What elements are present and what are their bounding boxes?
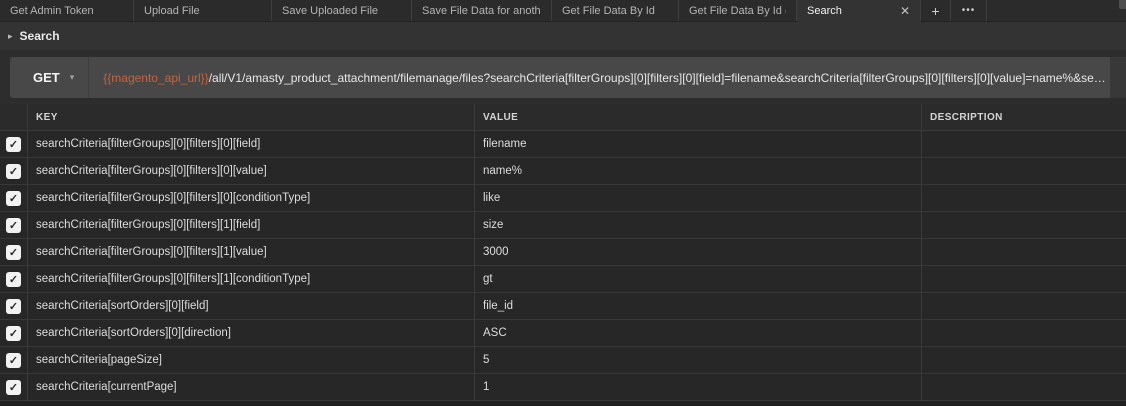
tab-upload-file[interactable]: Upload File <box>134 0 272 21</box>
param-key[interactable]: searchCriteria[filterGroups][0][filters]… <box>28 131 475 158</box>
request-bar: GET ▾ {{magento_api_url}}/all/V1/amasty_… <box>10 57 1126 98</box>
tab-bar: Get Admin Token Upload File Save Uploaded … <box>0 0 1126 22</box>
param-enabled-checkbox[interactable]: ✓ <box>6 272 21 287</box>
param-enabled-checkbox[interactable]: ✓ <box>6 191 21 206</box>
param-row: ✓ searchCriteria[filterGroups][0][filters… <box>0 185 1126 212</box>
param-description[interactable] <box>922 266 1126 293</box>
tab-label: Get Admin Token <box>10 5 94 17</box>
param-checkbox-cell: ✓ <box>0 212 28 239</box>
header-key: KEY <box>28 104 475 131</box>
param-key[interactable]: searchCriteria[filterGroups][0][filters]… <box>28 239 475 266</box>
param-description[interactable] <box>922 158 1126 185</box>
tab-options-button[interactable]: ••• <box>951 0 987 21</box>
param-value[interactable]: filename <box>475 131 922 158</box>
header-value: VALUE <box>475 104 922 131</box>
param-key[interactable]: searchCriteria[pageSize] <box>28 347 475 374</box>
next-row-edge <box>0 401 1126 406</box>
tab-label: Get File Data By Id (Default <box>689 5 786 17</box>
param-description[interactable] <box>922 239 1126 266</box>
param-enabled-checkbox[interactable]: ✓ <box>6 326 21 341</box>
tab-label: Upload File <box>144 5 200 17</box>
param-key[interactable]: searchCriteria[sortOrders][0][field] <box>28 293 475 320</box>
request-url-row: GET ▾ {{magento_api_url}}/all/V1/amasty_… <box>0 50 1126 104</box>
chevron-down-icon: ▾ <box>70 72 75 83</box>
param-checkbox-cell: ✓ <box>0 266 28 293</box>
param-key[interactable]: searchCriteria[filterGroups][0][filters]… <box>28 212 475 239</box>
method-selector[interactable]: GET ▾ <box>10 57 89 98</box>
param-row: ✓ searchCriteria[filterGroups][0][filters… <box>0 212 1126 239</box>
param-description[interactable] <box>922 347 1126 374</box>
tab-search[interactable]: Search ✕ <box>797 0 921 22</box>
header-description: DESCRIPTION <box>922 104 1126 131</box>
param-checkbox-cell: ✓ <box>0 158 28 185</box>
param-key[interactable]: searchCriteria[currentPage] <box>28 374 475 401</box>
param-checkbox-cell: ✓ <box>0 347 28 374</box>
environment-variable: {{magento_api_url}} <box>103 71 208 85</box>
param-enabled-checkbox[interactable]: ✓ <box>6 245 21 260</box>
param-value[interactable]: size <box>475 212 922 239</box>
param-description[interactable] <box>922 374 1126 401</box>
tab-label: Get File Data By Id <box>562 5 655 17</box>
param-key[interactable]: searchCriteria[sortOrders][0][direction] <box>28 320 475 347</box>
param-row: ✓ searchCriteria[sortOrders][0][direction… <box>0 320 1126 347</box>
param-description[interactable] <box>922 320 1126 347</box>
param-checkbox-cell: ✓ <box>0 131 28 158</box>
tab-save-uploaded-file[interactable]: Save Uploaded File <box>272 0 412 21</box>
tab-label: Save Uploaded File <box>282 5 378 17</box>
param-description[interactable] <box>922 185 1126 212</box>
param-enabled-checkbox[interactable]: ✓ <box>6 380 21 395</box>
param-checkbox-cell: ✓ <box>0 374 28 401</box>
param-row: ✓ searchCriteria[pageSize]5 <box>0 347 1126 374</box>
param-enabled-checkbox[interactable]: ✓ <box>6 164 21 179</box>
collapse-arrow-icon: ▸ <box>8 31 13 42</box>
param-description[interactable] <box>922 131 1126 158</box>
param-row: ✓ searchCriteria[sortOrders][0][field]fil… <box>0 293 1126 320</box>
request-section-title: Search <box>20 29 60 43</box>
method-label: GET <box>33 70 60 85</box>
param-value[interactable]: ASC <box>475 320 922 347</box>
param-row: ✓ searchCriteria[filterGroups][0][filters… <box>0 158 1126 185</box>
tab-save-file-data-for-another-s[interactable]: Save File Data for another s <box>412 0 552 21</box>
param-checkbox-cell: ✓ <box>0 293 28 320</box>
param-value[interactable]: file_id <box>475 293 922 320</box>
url-input[interactable]: {{magento_api_url}}/all/V1/amasty_produc… <box>89 71 1110 85</box>
param-value[interactable]: like <box>475 185 922 212</box>
param-enabled-checkbox[interactable]: ✓ <box>6 137 21 152</box>
param-key[interactable]: searchCriteria[filterGroups][0][filters]… <box>28 158 475 185</box>
param-row: ✓ searchCriteria[filterGroups][0][filters… <box>0 131 1126 158</box>
new-tab-button[interactable]: + <box>921 0 951 21</box>
param-row: ✓ searchCriteria[filterGroups][0][filters… <box>0 266 1126 293</box>
request-section-header[interactable]: ▸ Search <box>0 22 1126 50</box>
param-description[interactable] <box>922 212 1126 239</box>
param-checkbox-cell: ✓ <box>0 185 28 212</box>
param-description[interactable] <box>922 293 1126 320</box>
param-enabled-checkbox[interactable]: ✓ <box>6 353 21 368</box>
corner-fragment <box>1119 0 1126 9</box>
param-enabled-checkbox[interactable]: ✓ <box>6 299 21 314</box>
param-row: ✓ searchCriteria[filterGroups][0][filters… <box>0 239 1126 266</box>
param-enabled-checkbox[interactable]: ✓ <box>6 218 21 233</box>
param-value[interactable]: 1 <box>475 374 922 401</box>
param-value[interactable]: gt <box>475 266 922 293</box>
param-value[interactable]: 3000 <box>475 239 922 266</box>
url-path: /all/V1/amasty_product_attachment/filema… <box>209 71 1110 85</box>
tab-get-admin-token[interactable]: Get Admin Token <box>0 0 134 21</box>
param-value[interactable]: name% <box>475 158 922 185</box>
param-row: ✓ searchCriteria[currentPage]1 <box>0 374 1126 401</box>
param-key[interactable]: searchCriteria[filterGroups][0][filters]… <box>28 185 475 212</box>
param-checkbox-cell: ✓ <box>0 239 28 266</box>
header-checkbox-cell <box>0 104 28 131</box>
tab-label: Search <box>807 5 842 17</box>
param-value[interactable]: 5 <box>475 347 922 374</box>
query-params-table: KEY VALUE DESCRIPTION ✓ searchCriteria[fi… <box>0 104 1126 406</box>
params-header-row: KEY VALUE DESCRIPTION <box>0 104 1126 131</box>
close-tab-icon[interactable]: ✕ <box>900 4 910 18</box>
param-checkbox-cell: ✓ <box>0 320 28 347</box>
url-bar-end-cap <box>1110 57 1126 98</box>
tab-get-file-data-by-id[interactable]: Get File Data By Id <box>552 0 679 21</box>
tab-label: Save File Data for another s <box>422 5 541 17</box>
tab-get-file-data-by-id-default[interactable]: Get File Data By Id (Default <box>679 0 797 21</box>
param-key[interactable]: searchCriteria[filterGroups][0][filters]… <box>28 266 475 293</box>
